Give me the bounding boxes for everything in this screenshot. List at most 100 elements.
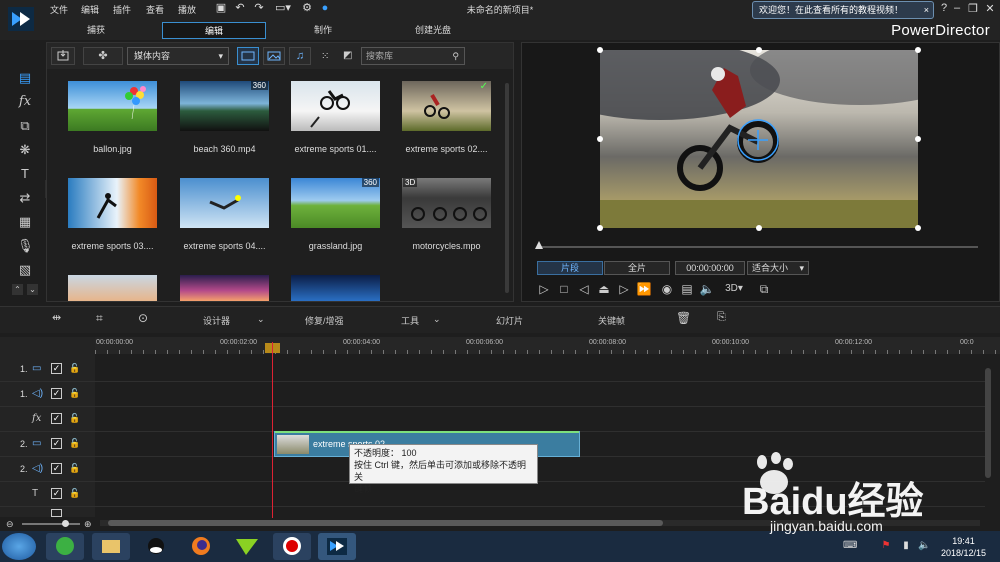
stop-icon[interactable]: □ (556, 281, 572, 297)
3d-mode-button[interactable]: 3D▾ (722, 281, 746, 297)
lock-icon[interactable]: 🔓 (69, 438, 80, 449)
subtitle-room-icon[interactable]: ▦ (17, 214, 33, 230)
settings-icon[interactable]: ⚙ (300, 2, 314, 15)
grid-view-icon[interactable]: ⁙ (321, 51, 329, 62)
media-thumb-beach-360[interactable]: 360 (180, 81, 269, 131)
keyframe-button[interactable]: 关键帧 (598, 314, 625, 327)
fx-room-icon[interactable]: fx (17, 94, 33, 110)
track-enable-checkbox[interactable]: ✓ (51, 438, 62, 449)
library-scrollbar[interactable] (505, 83, 509, 293)
lock-icon[interactable]: 🔓 (69, 463, 80, 474)
media-thumb-ballon[interactable] (68, 81, 157, 131)
chevron-up-icon[interactable]: ⌃ (12, 284, 23, 295)
tab-capture[interactable]: 捕获 (44, 22, 148, 39)
volume-icon[interactable]: 🔈 (918, 540, 930, 552)
resize-handle[interactable] (597, 225, 603, 231)
video-filter-icon[interactable] (237, 47, 259, 65)
tab-edit[interactable]: 编辑 (162, 22, 266, 39)
chevron-down-icon[interactable]: ⌄ (27, 284, 38, 295)
zoom-slider[interactable] (22, 520, 80, 527)
menu-view[interactable]: 查看 (146, 3, 164, 16)
search-icon[interactable]: ⚲ (452, 48, 459, 64)
clip-mode-tab[interactable]: 片段 (537, 261, 603, 275)
timeline-vscrollbar[interactable] (985, 368, 991, 478)
welcome-banner[interactable]: 欢迎您！在此查看所有的教程视频！ × (752, 1, 934, 19)
flag-icon[interactable]: ⚑ (880, 540, 892, 552)
resize-handle[interactable] (756, 225, 762, 231)
chevron-circle-icon[interactable]: ⊙ (138, 311, 148, 325)
playhead-line[interactable] (272, 342, 273, 518)
redo-icon[interactable]: ↷ (252, 2, 266, 15)
fast-forward-icon[interactable]: ⏩ (636, 281, 652, 297)
thumbnail-size-icon[interactable]: ◩ (343, 50, 352, 61)
split-clip-icon[interactable]: ⇹ (52, 311, 61, 324)
track-fx[interactable] (95, 407, 985, 432)
plugin-icon[interactable]: ✤ (83, 47, 123, 65)
taskbar-app-green[interactable] (228, 533, 266, 560)
lock-icon[interactable]: 🔓 (69, 363, 80, 374)
resize-handle[interactable] (915, 47, 921, 53)
track-enable-checkbox[interactable]: ✓ (51, 463, 62, 474)
track-enable-checkbox[interactable]: ✓ (51, 488, 62, 499)
track-enable-checkbox[interactable]: ✓ (51, 388, 62, 399)
hscrollbar-thumb[interactable] (108, 520, 663, 526)
subtitle-icon[interactable]: ▤ (679, 281, 695, 297)
media-thumb-partial-3[interactable] (291, 275, 380, 301)
pip-room-icon[interactable]: ⧉ (17, 118, 33, 134)
media-thumb-extreme-sports-03[interactable] (68, 178, 157, 228)
preview-scrubber[interactable] (535, 241, 978, 249)
menu-playback[interactable]: 播放 (178, 3, 196, 16)
aspect-ratio-icon[interactable]: ▭▾ (273, 2, 293, 15)
restore-icon[interactable]: ❐ (966, 2, 980, 15)
keyboard-icon[interactable]: ⌨ (843, 540, 857, 552)
media-room-icon[interactable]: ▤ (17, 70, 33, 86)
import-media-icon[interactable] (51, 47, 75, 65)
split-icon[interactable]: ⏏ (596, 281, 612, 297)
snapshot-icon[interactable]: ◉ (659, 281, 675, 297)
track-audio-1[interactable] (95, 382, 985, 407)
tools-menu[interactable]: 工具 (401, 314, 419, 327)
image-filter-icon[interactable] (263, 47, 285, 65)
start-button[interactable] (2, 533, 36, 560)
crop-icon[interactable]: ⌗ (96, 311, 103, 326)
movie-mode-tab[interactable]: 全片 (604, 261, 670, 275)
track-enable-checkbox[interactable]: ✓ (51, 413, 62, 424)
menu-edit[interactable]: 编辑 (81, 3, 99, 16)
close-icon[interactable]: × (924, 2, 929, 18)
lock-icon[interactable]: 🔓 (69, 488, 80, 499)
volume-icon[interactable]: 🔈 (699, 281, 715, 297)
resize-handle[interactable] (756, 47, 762, 53)
save-icon[interactable]: ▣ (214, 2, 228, 15)
transition-room-icon[interactable]: ⇄ (17, 190, 33, 206)
particle-room-icon[interactable]: ❋ (17, 142, 33, 158)
media-thumb-extreme-sports-04[interactable] (180, 178, 269, 228)
export-icon[interactable]: ⎘ (717, 311, 726, 324)
taskbar-app-recorder[interactable] (273, 533, 311, 560)
lock-icon[interactable]: 🔓 (69, 388, 80, 399)
taskbar-app-powerdirector[interactable] (318, 533, 356, 560)
upgrade-icon[interactable]: ● (318, 2, 332, 15)
menu-plugins[interactable]: 插件 (113, 3, 131, 16)
taskbar-app-firefox[interactable] (182, 533, 220, 560)
media-thumb-motorcycles[interactable]: 3D (402, 178, 491, 228)
scrubber-handle[interactable] (535, 241, 543, 249)
taskbar-app-qq[interactable] (137, 533, 175, 560)
track-audio-2[interactable] (95, 457, 985, 482)
taskbar-app-explorer[interactable] (92, 533, 130, 560)
resize-handle[interactable] (915, 136, 921, 142)
fit-size-select[interactable]: 适合大小 ▾ (747, 261, 809, 275)
menu-file[interactable]: 文件 (50, 3, 68, 16)
zoom-slider-thumb[interactable] (62, 520, 69, 527)
designer-menu[interactable]: 设计器 (203, 314, 230, 327)
preview-video[interactable] (600, 50, 918, 228)
media-thumb-grassland[interactable]: 360 (291, 178, 380, 228)
resize-handle[interactable] (597, 136, 603, 142)
resize-handle[interactable] (915, 225, 921, 231)
zoom-out-icon[interactable]: ⊖ (6, 519, 14, 530)
timecode-display[interactable]: 00:00:00:00 (675, 261, 745, 275)
title-room-icon[interactable]: T (17, 166, 33, 182)
fix-enhance-button[interactable]: 修复/增强 (305, 314, 344, 327)
close-window-icon[interactable]: ✕ (983, 2, 997, 15)
tab-produce[interactable]: 制作 (271, 22, 375, 39)
slideshow-button[interactable]: 幻灯片 (496, 314, 523, 327)
